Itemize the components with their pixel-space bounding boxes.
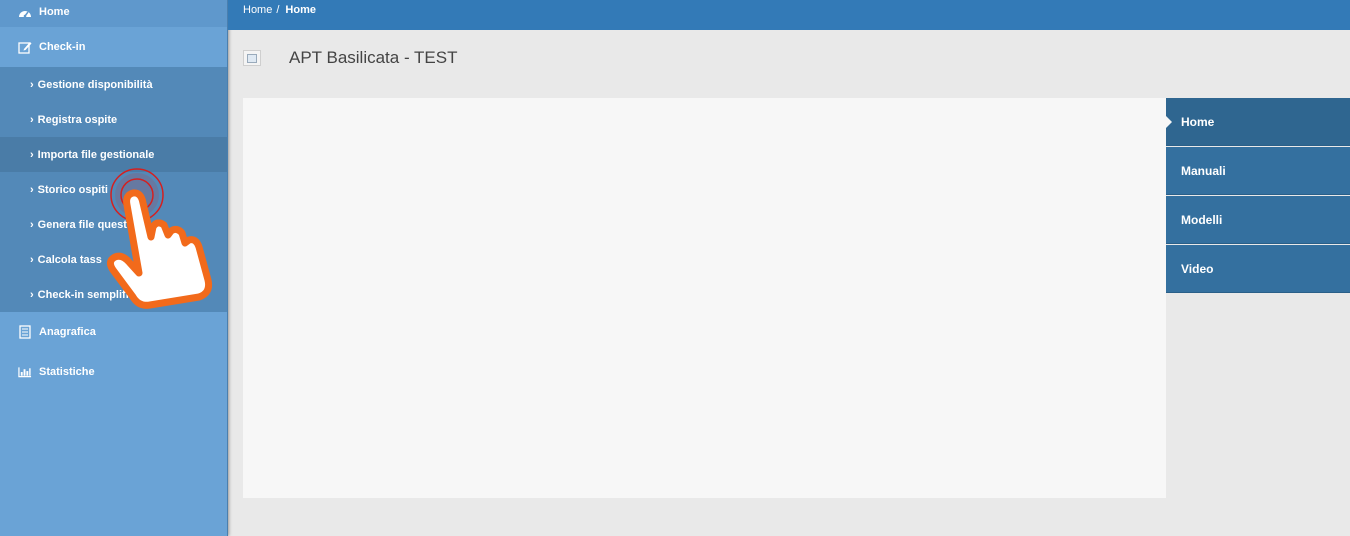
broken-logo-image bbox=[243, 50, 261, 66]
submenu-item-label: Calcola tass bbox=[37, 253, 102, 266]
sidebar-item-checkin[interactable]: Check-in bbox=[0, 27, 227, 67]
chevron-right-icon: › bbox=[30, 288, 34, 301]
document-icon bbox=[18, 325, 32, 339]
sidebar-item-statistiche[interactable]: Statistiche bbox=[0, 352, 227, 392]
sidebar-item-label: Statistiche bbox=[39, 366, 95, 378]
breadcrumb-home-link[interactable]: Home bbox=[243, 4, 272, 16]
right-menu-item-manuali[interactable]: Manuali bbox=[1166, 147, 1350, 195]
chevron-right-icon: › bbox=[30, 218, 34, 231]
submenu-item[interactable]: › Registra ospite bbox=[0, 102, 227, 137]
dashboard-icon bbox=[18, 6, 32, 20]
bar-chart-icon bbox=[18, 365, 32, 379]
chevron-right-icon: › bbox=[30, 78, 34, 91]
chevron-right-icon: › bbox=[30, 113, 34, 126]
submenu-item-label: Importa file gestionale bbox=[37, 148, 155, 161]
sidebar-item-label: Check-in bbox=[39, 41, 86, 53]
pointing-hand-icon bbox=[106, 168, 213, 309]
right-menu: Home Manuali Modelli Video bbox=[1166, 98, 1350, 294]
submenu-item-label: Registra ospite bbox=[37, 113, 118, 126]
sidebar-item-label: Anagrafica bbox=[39, 326, 96, 338]
right-menu-item-home[interactable]: Home bbox=[1166, 98, 1350, 146]
chevron-right-icon: › bbox=[30, 183, 34, 196]
sidebar-item-home[interactable]: Home bbox=[0, 0, 227, 27]
sidebar-item-label: Home bbox=[39, 6, 70, 18]
sidebar-item-anagrafica[interactable]: Anagrafica bbox=[0, 312, 227, 352]
edit-icon bbox=[18, 40, 32, 54]
content-panel bbox=[243, 98, 1166, 498]
right-menu-item-modelli[interactable]: Modelli bbox=[1166, 196, 1350, 244]
submenu-item-label: Gestione disponibilità bbox=[37, 78, 153, 91]
page-title: APT Basilicata - TEST bbox=[289, 48, 458, 67]
breadcrumb-current: Home bbox=[285, 4, 316, 16]
breadcrumb: Home / Home bbox=[228, 0, 1350, 30]
right-menu-item-video[interactable]: Video bbox=[1166, 245, 1350, 293]
chevron-right-icon: › bbox=[30, 253, 34, 266]
chevron-right-icon: › bbox=[30, 148, 34, 161]
submenu-item[interactable]: › Gestione disponibilità bbox=[0, 67, 227, 102]
breadcrumb-separator: / bbox=[276, 4, 280, 16]
